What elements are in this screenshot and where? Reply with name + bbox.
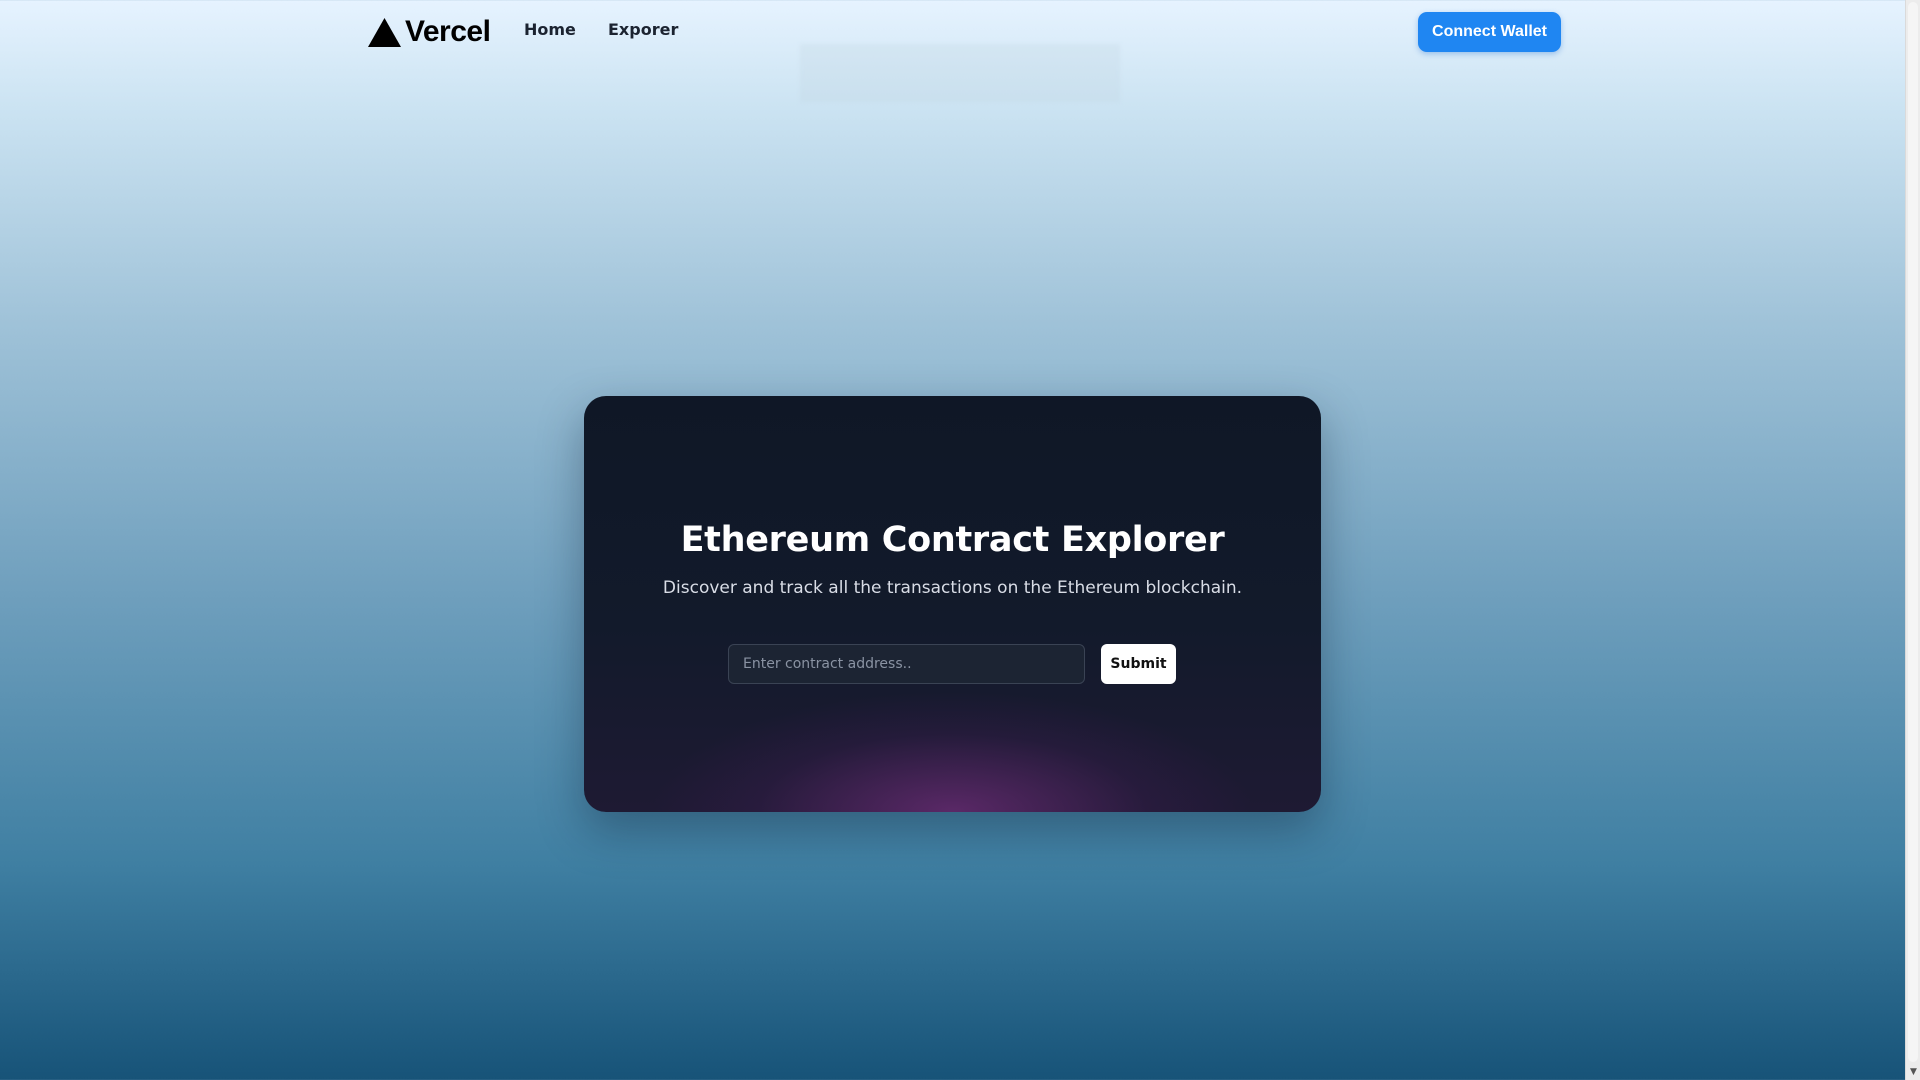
nav-link-home[interactable]: Home (524, 20, 576, 39)
scroll-down-arrow-icon[interactable]: ▼ (1906, 1065, 1920, 1080)
top-nav-bar: Vercel Home Exporer Connect Wallet (0, 0, 1905, 102)
hero-title: Ethereum Contract Explorer (680, 520, 1225, 560)
brand-name: Vercel (405, 15, 491, 48)
triangle-logo-icon (368, 17, 401, 47)
submit-button[interactable]: Submit (1101, 644, 1176, 684)
vertical-scrollbar[interactable]: ▲ ▼ (1905, 0, 1920, 1080)
scrollbar-thumb[interactable] (1908, 2, 1918, 1062)
nav-link-explorer[interactable]: Exporer (608, 20, 678, 39)
brand-logo-link[interactable]: Vercel (368, 14, 491, 50)
contract-address-input[interactable] (728, 644, 1085, 684)
hero-subtitle: Discover and track all the transactions … (662, 578, 1243, 598)
faded-overlay-panel (800, 44, 1120, 102)
hero-card: Ethereum Contract Explorer Discover and … (584, 396, 1321, 812)
connect-wallet-button[interactable]: Connect Wallet (1418, 12, 1561, 52)
